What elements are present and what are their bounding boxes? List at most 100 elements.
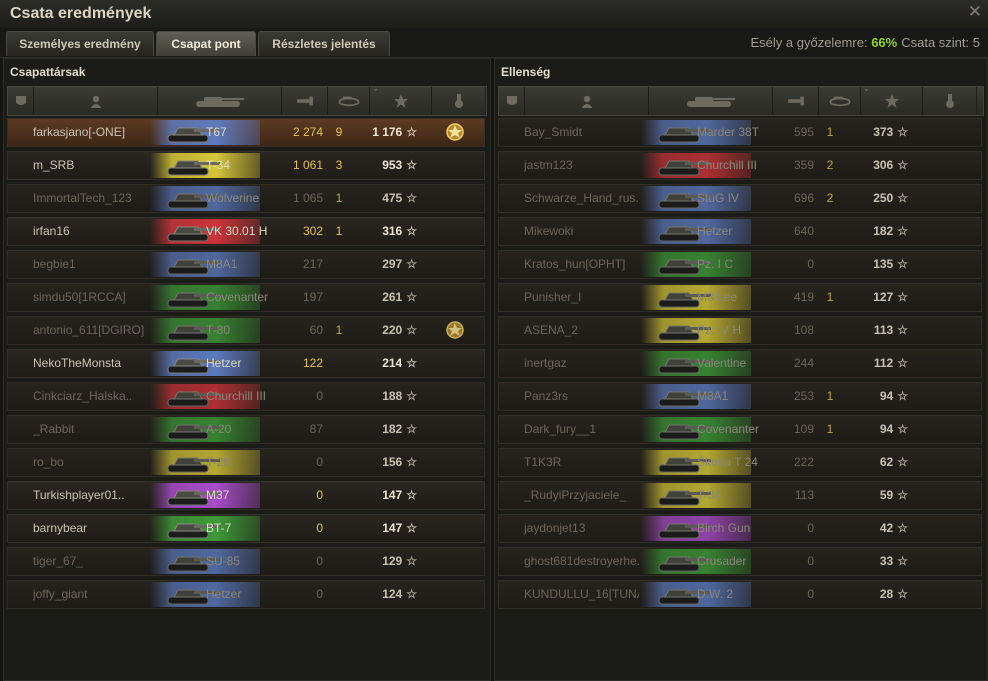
damage-value: 0: [807, 587, 814, 601]
header-damage-col[interactable]: [282, 87, 328, 115]
kills-value: 1: [335, 224, 343, 238]
player-row[interactable]: ASENA_2 Pz. IV H 108 113 ☆: [498, 316, 982, 345]
damage-icon: [787, 96, 804, 106]
xp-value: 124 ☆: [359, 581, 417, 608]
damage-value: 419: [793, 290, 814, 304]
player-name: tiger_67_: [33, 554, 84, 568]
xp-star-icon: ☆: [406, 587, 417, 601]
header-kills-col[interactable]: [819, 87, 861, 115]
xp-value: 129 ☆: [359, 548, 417, 575]
player-row[interactable]: begbie1 M8A1 217 297 ☆: [7, 250, 485, 279]
sort-indicator-icon: ˇ: [374, 88, 377, 98]
header-medals-col[interactable]: [432, 87, 486, 115]
tab-personal-results[interactable]: Személyes eredmény: [6, 31, 154, 56]
tank-name: Churchill III: [206, 389, 267, 403]
player-row[interactable]: ImmortalTech_123 Wolverine 1 065 1 475 ☆: [7, 184, 485, 213]
player-row[interactable]: _RudyiPrzyjaciele_ T-34 113 59 ☆: [498, 481, 982, 510]
player-name: Bay_Smidt: [524, 125, 583, 139]
damage-icon: [296, 96, 313, 106]
xp-star-icon: ☆: [406, 554, 417, 568]
player-row[interactable]: Punisher_I M3 Lee 419 1 127 ☆: [498, 283, 982, 312]
player-row[interactable]: NekoTheMonsta Hetzer 122 214 ☆: [7, 349, 485, 378]
header-xp-col[interactable]: ˇ: [861, 87, 923, 115]
player-row[interactable]: barnybear BT-7 0 147 ☆: [7, 514, 485, 543]
header-vehicle-col[interactable]: [8, 87, 34, 115]
damage-value: 0: [316, 488, 323, 502]
player-name: T1K3R: [524, 455, 562, 469]
damage-value: 0: [316, 521, 323, 535]
player-row[interactable]: antonio_611[DGIRO] T-80 60 1 220 ☆: [7, 316, 485, 345]
header-xp-col[interactable]: ˇ: [370, 87, 432, 115]
player-row[interactable]: Schwarze_Hand_rus.. StuG IV 696 2 250 ☆: [498, 184, 982, 213]
damage-value: 222: [793, 455, 814, 469]
player-row[interactable]: ro_bo T-28 0 156 ☆: [7, 448, 485, 477]
title-bar: Csata eredmények ✕: [0, 0, 988, 28]
xp-value: 135 ☆: [850, 251, 908, 278]
header-tank-col[interactable]: [649, 87, 773, 115]
header-vehicle-col[interactable]: [499, 87, 525, 115]
player-row[interactable]: simdu50[1RCCA] Covenanter 197 261 ☆: [7, 283, 485, 312]
xp-number: 94: [879, 389, 894, 403]
xp-value: 113 ☆: [850, 317, 908, 344]
player-row[interactable]: KUNDULLU_16[TUNA] D.W. 2 0 28 ☆: [498, 580, 982, 609]
player-row[interactable]: farkasjano[-ONE] T67 2 274 9 1 176 ☆: [7, 118, 485, 147]
player-row[interactable]: ghost681destroyerhe.. Crusader 0 33 ☆: [498, 547, 982, 576]
xp-number: 261: [382, 290, 403, 304]
tab-detailed-report[interactable]: Részletes jelentés: [258, 31, 390, 56]
header-kills-col[interactable]: [328, 87, 370, 115]
damage-value: 0: [807, 554, 814, 568]
player-row[interactable]: irfan16 VK 30.01 H 302 1 316 ☆: [7, 217, 485, 246]
kills-value: [820, 548, 840, 575]
damage-value: 640: [793, 224, 814, 238]
header-player-col[interactable]: [525, 87, 649, 115]
xp-star-icon: ☆: [406, 290, 417, 304]
player-row[interactable]: tiger_67_ SU-85 0 129 ☆: [7, 547, 485, 576]
tab-team-score[interactable]: Csapat pont: [156, 31, 256, 56]
xp-number: 33: [879, 554, 894, 568]
player-row[interactable]: jastm123 Churchill III 359 2 306 ☆: [498, 151, 982, 180]
header-damage-col[interactable]: [773, 87, 819, 115]
kills-value: [329, 548, 349, 575]
damage-value: 60: [309, 323, 323, 337]
player-row[interactable]: m_SRB T-34 1 061 3 953 ☆: [7, 151, 485, 180]
kills-value: [820, 317, 840, 344]
xp-star-icon: ☆: [897, 488, 908, 502]
xp-number: 297: [382, 257, 403, 271]
player-row[interactable]: Cinkciarz_Halska.. Churchill III 0 188 ☆: [7, 382, 485, 411]
kills-value: 1: [826, 389, 834, 403]
xp-number: 59: [879, 488, 894, 502]
player-row[interactable]: Turkishplayer01.. M37 0 147 ☆: [7, 481, 485, 510]
kills-value: [329, 416, 349, 443]
close-icon[interactable]: ✕: [968, 2, 982, 22]
tank-name: M8A1: [697, 389, 729, 403]
player-row[interactable]: Mikewoki Hetzer 640 182 ☆: [498, 217, 982, 246]
xp-number: 250: [873, 191, 894, 205]
tank-name: T-34: [697, 488, 722, 502]
xp-number: 953: [382, 158, 403, 172]
header-player-col[interactable]: [34, 87, 158, 115]
header-tank-col[interactable]: [158, 87, 282, 115]
header-medals-col[interactable]: [923, 87, 977, 115]
xp-value: 94 ☆: [850, 416, 908, 443]
medal-icon[interactable]: [445, 122, 465, 142]
kills-value: [329, 350, 349, 377]
player-row[interactable]: Kratos_hun[OPHT] Pz. I C 0 135 ☆: [498, 250, 982, 279]
medal-icon[interactable]: [445, 320, 465, 340]
tank-name: M37: [206, 488, 230, 502]
player-row[interactable]: joffy_giant Hetzer 0 124 ☆: [7, 580, 485, 609]
player-row[interactable]: jaydonjet13 Birch Gun 0 42 ☆: [498, 514, 982, 543]
player-row[interactable]: Bay_Smidt Marder 38T 595 1 373 ☆: [498, 118, 982, 147]
kills-value: [820, 581, 840, 608]
shield-icon: [506, 96, 517, 105]
xp-star-icon: ☆: [897, 125, 908, 139]
xp-star-icon: ☆: [897, 521, 908, 535]
player-row[interactable]: Panz3rs M8A1 253 1 94 ☆: [498, 382, 982, 411]
player-row[interactable]: inertgaz Valentine 244 112 ☆: [498, 349, 982, 378]
kills-value: [329, 581, 349, 608]
player-name: simdu50[1RCCA]: [33, 290, 126, 304]
kills-value: [820, 218, 840, 245]
xp-star-icon: ☆: [897, 356, 908, 370]
player-row[interactable]: T1K3R Škoda T 24 222 62 ☆: [498, 448, 982, 477]
player-row[interactable]: Dark_fury__1 Covenanter 109 1 94 ☆: [498, 415, 982, 444]
player-row[interactable]: _Rabbit A-20 87 182 ☆: [7, 415, 485, 444]
